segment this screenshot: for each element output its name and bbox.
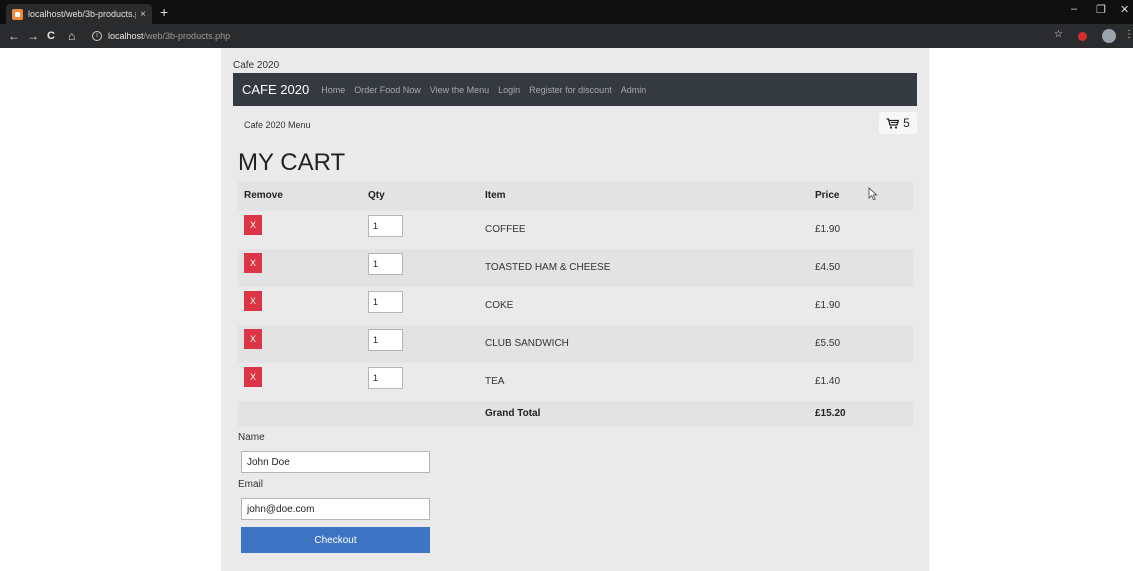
cart-row: X TOASTED HAM & CHEESE £4.50 [238, 249, 913, 287]
nav-link-home[interactable]: Home [321, 85, 345, 95]
remove-item-button[interactable]: X [244, 215, 262, 235]
quantity-input[interactable] [368, 329, 403, 351]
browser-address-bar: ← → C ⌂ i localhost/web/3b-products.php … [0, 24, 1133, 48]
quantity-input[interactable] [368, 253, 403, 275]
remove-item-button[interactable]: X [244, 329, 262, 349]
grand-total-value: £15.20 [815, 408, 846, 419]
item-price: £1.90 [815, 300, 841, 311]
checkout-button[interactable]: Checkout [241, 527, 430, 553]
item-price: £5.50 [815, 338, 841, 349]
item-name: TOASTED HAM & CHEESE [485, 262, 611, 273]
reload-button[interactable]: C [47, 28, 55, 44]
minimize-button[interactable]: – [1071, 3, 1077, 15]
cart-button[interactable]: 5 [879, 112, 917, 134]
cart-heading: MY CART [238, 149, 346, 176]
item-name: COFFEE [485, 224, 526, 235]
item-price: £1.40 [815, 376, 841, 387]
column-header-item: Item [485, 190, 506, 201]
nav-link-view-menu[interactable]: View the Menu [430, 85, 489, 95]
remove-item-button[interactable]: X [244, 367, 262, 387]
cart-row: X CLUB SANDWICH £5.50 [238, 325, 913, 363]
cart-count: 5 [903, 116, 910, 130]
tab-close-icon[interactable]: × [140, 9, 146, 20]
shopping-cart-icon [886, 117, 900, 129]
column-header-remove: Remove [244, 190, 283, 201]
item-price: £4.50 [815, 262, 841, 273]
nav-link-login[interactable]: Login [498, 85, 520, 95]
cart-row: X COKE £1.90 [238, 287, 913, 325]
column-header-qty: Qty [368, 190, 385, 201]
cart-table-header: Remove Qty Item Price [238, 181, 913, 211]
item-name: COKE [485, 300, 514, 311]
name-field[interactable] [241, 451, 430, 473]
close-window-button[interactable]: ✕ [1120, 3, 1129, 16]
back-button[interactable]: ← [8, 28, 20, 44]
grand-total-label: Grand Total [485, 408, 541, 419]
tab-title: localhost/web/3b-products.php [28, 9, 136, 19]
email-label: Email [238, 479, 264, 490]
cart-row: X COFFEE £1.90 [238, 211, 913, 249]
remove-item-button[interactable]: X [244, 291, 262, 311]
main-navbar: CAFE 2020 Home Order Food Now View the M… [233, 73, 917, 106]
extension-record-icon[interactable] [1078, 32, 1087, 41]
item-name: TEA [485, 376, 505, 387]
site-favicon-icon [12, 8, 23, 20]
info-icon[interactable]: i [92, 31, 102, 41]
nav-link-register[interactable]: Register for discount [529, 85, 612, 95]
profile-avatar-icon[interactable] [1102, 29, 1116, 43]
nav-link-admin[interactable]: Admin [621, 85, 647, 95]
browser-menu-icon[interactable]: ⋮ [1124, 29, 1133, 40]
quantity-input[interactable] [368, 215, 403, 237]
page-container: Cafe 2020 CAFE 2020 Home Order Food Now … [221, 48, 929, 571]
forward-button[interactable]: → [27, 28, 39, 44]
email-field[interactable] [241, 498, 430, 520]
quantity-input[interactable] [368, 291, 403, 313]
column-header-price: Price [815, 190, 840, 201]
url-path: /web/3b-products.php [143, 31, 231, 41]
name-label: Name [238, 432, 265, 443]
mouse-pointer-icon [868, 187, 878, 201]
quantity-input[interactable] [368, 367, 403, 389]
bookmark-star-icon[interactable]: ☆ [1054, 29, 1063, 40]
browser-tab[interactable]: localhost/web/3b-products.php × [6, 4, 152, 24]
grand-total-row: Grand Total £15.20 [238, 401, 913, 427]
page-title: Cafe 2020 [233, 60, 280, 71]
cart-table: Remove Qty Item Price X COFFEE £1.90 X T… [238, 181, 913, 427]
menu-subheading: Cafe 2020 Menu [244, 120, 311, 130]
url-host: localhost [108, 31, 144, 41]
url-field[interactable]: i localhost/web/3b-products.php [92, 28, 230, 44]
restore-button[interactable]: ❐ [1096, 3, 1106, 16]
item-price: £1.90 [815, 224, 841, 235]
new-tab-button[interactable]: + [160, 4, 168, 20]
navbar-brand[interactable]: CAFE 2020 [242, 82, 309, 97]
remove-item-button[interactable]: X [244, 253, 262, 273]
home-button[interactable]: ⌂ [68, 28, 75, 44]
cart-row: X TEA £1.40 [238, 363, 913, 401]
nav-link-order-food[interactable]: Order Food Now [354, 85, 421, 95]
item-name: CLUB SANDWICH [485, 338, 569, 349]
browser-tab-bar: localhost/web/3b-products.php × + – ❐ ✕ [0, 0, 1133, 24]
